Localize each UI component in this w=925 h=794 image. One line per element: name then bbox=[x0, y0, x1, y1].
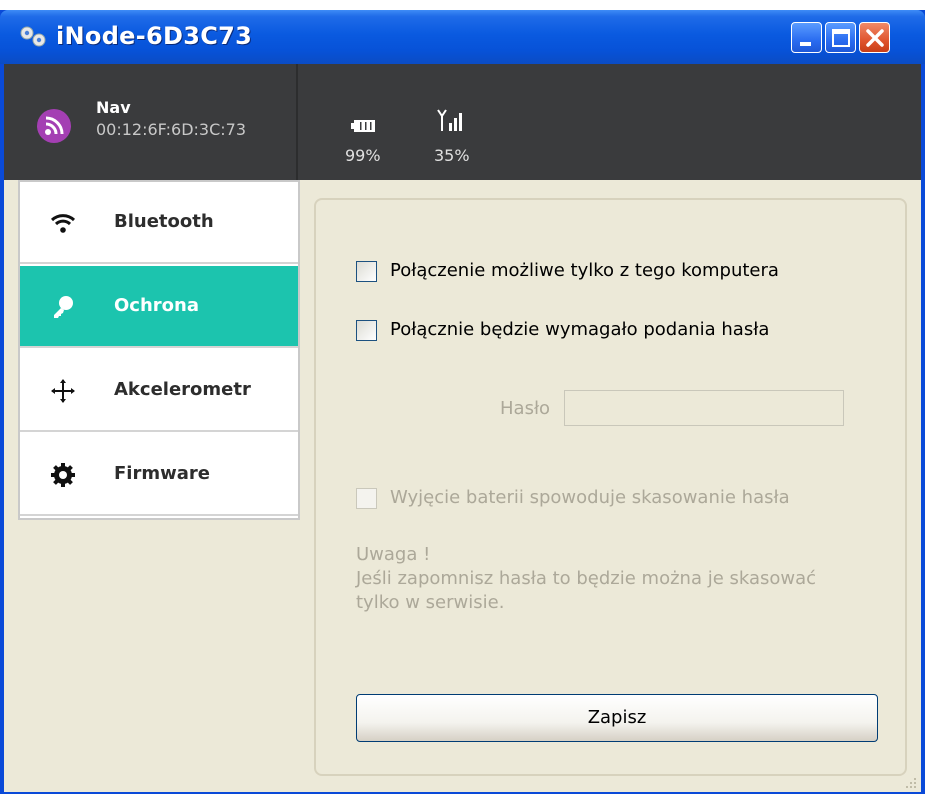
require-password-checkbox[interactable] bbox=[356, 320, 377, 341]
sidebar-item-label: Bluetooth bbox=[114, 211, 214, 232]
resize-grip-icon[interactable] bbox=[902, 774, 918, 790]
minimize-icon bbox=[800, 42, 811, 46]
sidebar-item-label: Ochrona bbox=[114, 295, 199, 316]
signal-icon bbox=[437, 109, 462, 131]
rss-feed-icon bbox=[37, 109, 71, 143]
device-info: Nav 00:12:6F:6D:3C:73 bbox=[4, 64, 298, 180]
sidebar-item-label: Akcelerometr bbox=[114, 379, 251, 400]
battery-reset-label[interactable]: Wyjęcie baterii spowoduje skasowanie has… bbox=[390, 487, 790, 508]
sidebar-item-firmware[interactable]: Firmware bbox=[20, 434, 298, 516]
device-mac: 00:12:6F:6D:3C:73 bbox=[96, 120, 247, 139]
close-button[interactable] bbox=[859, 22, 890, 53]
save-button[interactable]: Zapisz bbox=[356, 694, 878, 742]
password-input[interactable] bbox=[564, 390, 844, 426]
status-header: Nav 00:12:6F:6D:3C:73 99% 35% bbox=[4, 64, 921, 180]
title-bar[interactable]: iNode-6D3C73 bbox=[0, 10, 925, 64]
close-icon bbox=[866, 29, 884, 47]
move-arrows-icon bbox=[51, 379, 75, 403]
warning-title: Uwaga ! bbox=[356, 544, 431, 565]
wifi-icon bbox=[50, 214, 76, 233]
battery-reset-checkbox[interactable] bbox=[356, 488, 377, 509]
maximize-icon bbox=[832, 29, 850, 47]
signal-level: 35% bbox=[434, 146, 470, 165]
gears-icon bbox=[20, 26, 46, 47]
sidebar-item-label: Firmware bbox=[114, 463, 210, 484]
app-window: iNode-6D3C73 Nav 00:12:6F:6D:3C:73 99% 3… bbox=[0, 10, 925, 794]
warning-line-1: Jeśli zapomnisz hasła to będzie można je… bbox=[356, 568, 817, 589]
key-icon bbox=[54, 296, 73, 318]
security-panel: Połączenie możliwe tylko z tego komputer… bbox=[314, 198, 907, 776]
warning-line-2: tylko w serwisie. bbox=[356, 592, 505, 613]
gear-icon bbox=[51, 463, 75, 487]
only-this-computer-checkbox[interactable] bbox=[356, 261, 377, 282]
maximize-button[interactable] bbox=[825, 22, 856, 53]
require-password-label[interactable]: Połącznie będzie wymagało podania hasła bbox=[390, 319, 769, 340]
sidebar-item-ochrona[interactable]: Ochrona bbox=[20, 266, 298, 348]
device-name: Nav bbox=[96, 98, 131, 117]
window-title: iNode-6D3C73 bbox=[56, 22, 253, 50]
only-this-computer-label[interactable]: Połączenie możliwe tylko z tego komputer… bbox=[390, 260, 779, 281]
sidebar-item-akcelerometr[interactable]: Akcelerometr bbox=[20, 350, 298, 432]
sidebar: Bluetooth Ochrona Akcelerometr Firmware bbox=[18, 180, 300, 520]
window-client: Nav 00:12:6F:6D:3C:73 99% 35% Bluetooth … bbox=[4, 64, 921, 792]
minimize-button[interactable] bbox=[791, 22, 822, 53]
battery-icon bbox=[351, 120, 375, 132]
battery-level: 99% bbox=[345, 146, 381, 165]
password-label: Hasło bbox=[500, 398, 551, 419]
top-strip bbox=[0, 0, 925, 10]
sidebar-item-bluetooth[interactable]: Bluetooth bbox=[20, 182, 298, 264]
